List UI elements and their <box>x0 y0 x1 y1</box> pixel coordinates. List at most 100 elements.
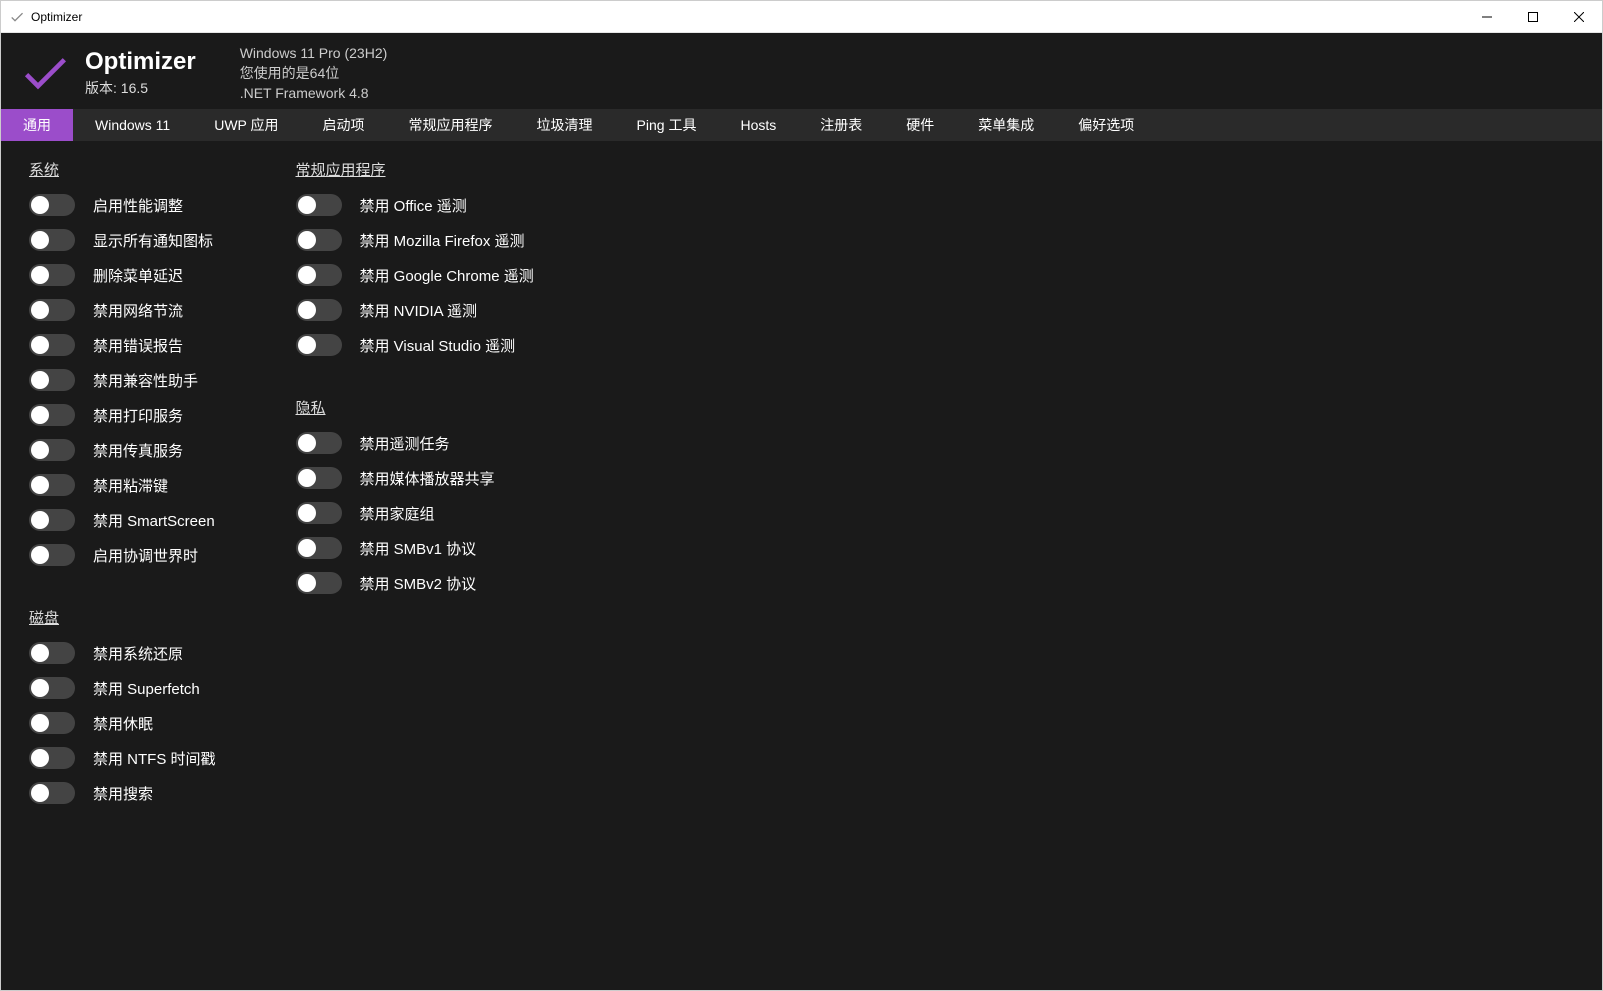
label-compat-assist: 禁用兼容性助手 <box>93 370 198 391</box>
toggle-knob <box>31 406 49 424</box>
toggle-row-media-sharing: 禁用媒体播放器共享 <box>296 467 534 489</box>
toggle-error-report[interactable] <box>29 334 75 356</box>
toggle-knob <box>31 301 49 319</box>
toggle-smbv1[interactable] <box>296 537 342 559</box>
toggle-knob <box>31 476 49 494</box>
app-icon <box>9 9 25 25</box>
toggle-ntfs-ts[interactable] <box>29 747 75 769</box>
section-title-privacy: 隐私 <box>296 397 534 418</box>
toggle-compat-assist[interactable] <box>29 369 75 391</box>
toggle-utc[interactable] <box>29 544 75 566</box>
os-line: Windows 11 Pro (23H2) <box>240 45 388 61</box>
toggle-row-menu-delay: 删除菜单延迟 <box>29 264 216 286</box>
toggle-knob <box>31 644 49 662</box>
header: Optimizer 版本: 16.5 Windows 11 Pro (23H2)… <box>1 33 1602 109</box>
minimize-button[interactable] <box>1464 1 1510 33</box>
toggle-chrome-telemetry[interactable] <box>296 264 342 286</box>
tab-common-apps[interactable]: 常规应用程序 <box>387 109 515 141</box>
toggle-firefox-telemetry[interactable] <box>296 229 342 251</box>
framework-line: .NET Framework 4.8 <box>240 85 388 101</box>
toggle-knob <box>298 504 316 522</box>
toggle-knob <box>31 441 49 459</box>
section-title-disk: 磁盘 <box>29 607 216 628</box>
tab-hosts[interactable]: Hosts <box>718 109 798 141</box>
toggle-print-svc[interactable] <box>29 404 75 426</box>
toggle-row-sticky-keys: 禁用粘滞键 <box>29 474 216 496</box>
section-disk: 磁盘 禁用系统还原 禁用 Superfetch 禁用休眠 禁用 NTFS 时间戳… <box>29 607 216 817</box>
toggle-vs-telemetry[interactable] <box>296 334 342 356</box>
arch-line: 您使用的是64位 <box>240 63 388 83</box>
label-ntfs-ts: 禁用 NTFS 时间戳 <box>93 748 216 769</box>
tab-hardware[interactable]: 硬件 <box>884 109 956 141</box>
toggle-row-hibernate: 禁用休眠 <box>29 712 216 734</box>
toggle-row-compat-assist: 禁用兼容性助手 <box>29 369 216 391</box>
label-utc: 启用协调世界时 <box>93 545 198 566</box>
toggle-perf-tweaks[interactable] <box>29 194 75 216</box>
close-button[interactable] <box>1556 1 1602 33</box>
toggle-row-ntfs-ts: 禁用 NTFS 时间戳 <box>29 747 216 769</box>
toggle-knob <box>31 266 49 284</box>
toggle-telemetry-tasks[interactable] <box>296 432 342 454</box>
label-chrome-telemetry: 禁用 Google Chrome 遥测 <box>360 265 534 286</box>
app-body: Optimizer 版本: 16.5 Windows 11 Pro (23H2)… <box>1 33 1602 990</box>
toggle-hibernate[interactable] <box>29 712 75 734</box>
toggle-knob <box>298 266 316 284</box>
toggle-row-perf-tweaks: 启用性能调整 <box>29 194 216 216</box>
label-sticky-keys: 禁用粘滞键 <box>93 475 168 496</box>
toggle-office-telemetry[interactable] <box>296 194 342 216</box>
toggle-row-vs-telemetry: 禁用 Visual Studio 遥测 <box>296 334 534 356</box>
label-superfetch: 禁用 Superfetch <box>93 678 200 699</box>
toggle-knob <box>31 784 49 802</box>
section-title-system: 系统 <box>29 159 216 180</box>
tab-uwp[interactable]: UWP 应用 <box>192 109 300 141</box>
column-right: 常规应用程序 禁用 Office 遥测 禁用 Mozilla Firefox 遥… <box>296 159 534 972</box>
toggle-knob <box>298 574 316 592</box>
app-title: Optimizer <box>85 48 196 76</box>
label-hibernate: 禁用休眠 <box>93 713 153 734</box>
system-info: Windows 11 Pro (23H2) 您使用的是64位 .NET Fram… <box>240 45 388 101</box>
app-window: Optimizer Optimizer 版本: 16.5 <box>0 0 1603 991</box>
tab-menu-integration[interactable]: 菜单集成 <box>956 109 1056 141</box>
toggle-smartscreen[interactable] <box>29 509 75 531</box>
toggle-sticky-keys[interactable] <box>29 474 75 496</box>
toggle-knob <box>298 231 316 249</box>
toggle-knob <box>31 336 49 354</box>
tab-cleanup[interactable]: 垃圾清理 <box>515 109 615 141</box>
toggle-row-all-tray-icons: 显示所有通知图标 <box>29 229 216 251</box>
toggle-row-smbv1: 禁用 SMBv1 协议 <box>296 537 534 559</box>
maximize-button[interactable] <box>1510 1 1556 33</box>
tab-ping[interactable]: Ping 工具 <box>615 109 719 141</box>
label-error-report: 禁用错误报告 <box>93 335 183 356</box>
tab-windows11[interactable]: Windows 11 <box>73 109 192 141</box>
toggle-homegroup[interactable] <box>296 502 342 524</box>
toggle-row-error-report: 禁用错误报告 <box>29 334 216 356</box>
tab-general[interactable]: 通用 <box>1 109 73 141</box>
toggle-fax-svc[interactable] <box>29 439 75 461</box>
toggle-sys-restore[interactable] <box>29 642 75 664</box>
label-office-telemetry: 禁用 Office 遥测 <box>360 195 467 216</box>
tab-startup[interactable]: 启动项 <box>301 109 387 141</box>
toggle-network-throttle[interactable] <box>29 299 75 321</box>
checkmark-icon <box>17 45 73 101</box>
toggle-knob <box>298 539 316 557</box>
toggle-menu-delay[interactable] <box>29 264 75 286</box>
toggle-search[interactable] <box>29 782 75 804</box>
label-telemetry-tasks: 禁用遥测任务 <box>360 433 450 454</box>
label-all-tray-icons: 显示所有通知图标 <box>93 230 213 251</box>
toggle-superfetch[interactable] <box>29 677 75 699</box>
toggle-knob <box>298 434 316 452</box>
app-name-block: Optimizer 版本: 16.5 <box>85 48 196 98</box>
nav-tabs: 通用 Windows 11 UWP 应用 启动项 常规应用程序 垃圾清理 Pin… <box>1 109 1602 141</box>
toggle-nvidia-telemetry[interactable] <box>296 299 342 321</box>
toggle-row-utc: 启用协调世界时 <box>29 544 216 566</box>
tab-preferences[interactable]: 偏好选项 <box>1056 109 1156 141</box>
toggle-all-tray-icons[interactable] <box>29 229 75 251</box>
toggle-smbv2[interactable] <box>296 572 342 594</box>
tab-registry[interactable]: 注册表 <box>798 109 884 141</box>
label-homegroup: 禁用家庭组 <box>360 503 435 524</box>
label-smbv2: 禁用 SMBv2 协议 <box>360 573 477 594</box>
toggle-knob <box>31 749 49 767</box>
toggle-media-sharing[interactable] <box>296 467 342 489</box>
section-privacy: 隐私 禁用遥测任务 禁用媒体播放器共享 禁用家庭组 禁用 SMBv1 协议 禁用… <box>296 397 534 607</box>
toggle-knob <box>298 469 316 487</box>
